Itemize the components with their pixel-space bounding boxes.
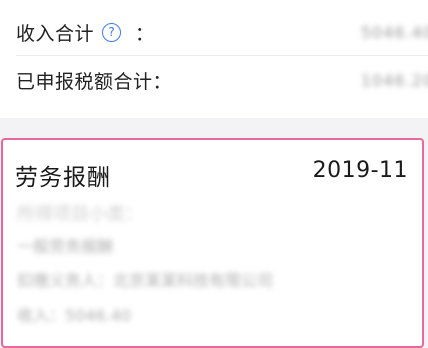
- subcategory-value: 一般劳务报酬: [17, 237, 114, 256]
- record-title: 劳务报酬: [15, 165, 111, 191]
- income-record-card[interactable]: 劳务报酬 2019-11 所得项目小类： 一般劳务报酬 扣缴义务人：北京某某科技…: [1, 138, 424, 348]
- income-total-colon: ：: [135, 22, 155, 45]
- income-total-row: 收入合计 ? ： 5046.40: [16, 6, 428, 58]
- record-date: 2019-11: [312, 158, 408, 183]
- income-line: 收入：5046.40: [17, 306, 132, 325]
- income-total-value: 5046.40: [360, 22, 428, 42]
- declared-tax-total-label: 已申报税额合计：: [16, 70, 173, 93]
- withholding-agent: 扣缴义务人：北京某某科技有限公司: [17, 271, 274, 290]
- summary-card: 收入合计 ? ： 5046.40 已申报税额合计： 1046.20: [0, 0, 428, 118]
- declared-tax-total-row: 已申报税额合计： 1046.20: [16, 54, 428, 106]
- declared-tax-total-value: 1046.20: [360, 70, 428, 90]
- subcategory-label: 所得项目小类：: [17, 204, 143, 225]
- income-total-label: 收入合计: [16, 22, 95, 45]
- question-circle-icon[interactable]: ?: [102, 22, 122, 42]
